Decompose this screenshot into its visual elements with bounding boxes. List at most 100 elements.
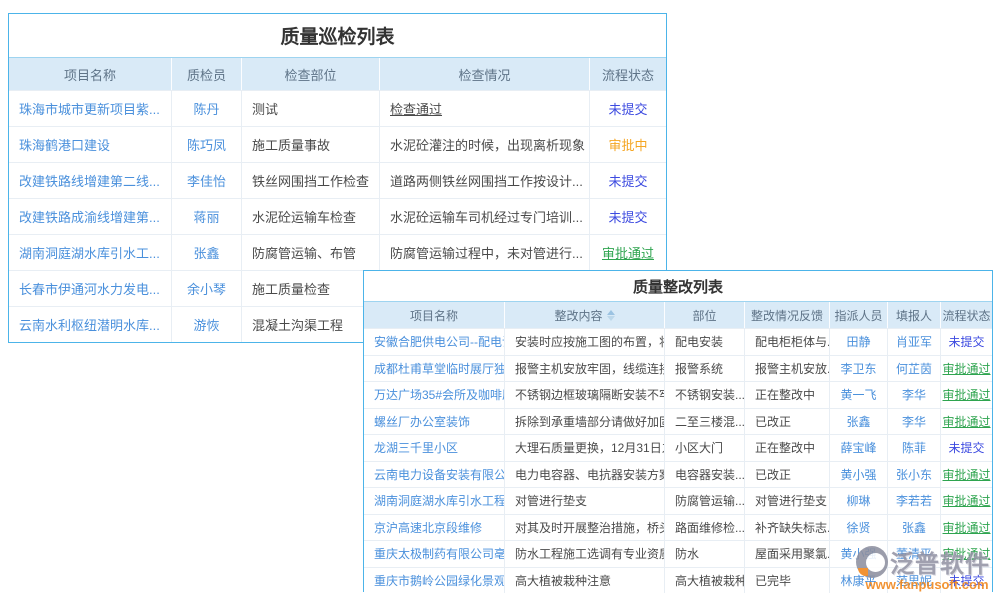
inspector-cell[interactable]: 张鑫 — [171, 235, 241, 270]
process-status-cell[interactable]: 审批通过 — [589, 235, 666, 270]
table-row[interactable]: 改建铁路线增建第二线...李佳怡铁丝网围挡工作检查道路两侧铁丝网围挡工作按设计.… — [9, 162, 666, 198]
project-name-cell[interactable]: 改建铁路线增建第二线... — [9, 163, 171, 198]
table-row[interactable]: 京沪高速北京段维修对其及时开展整治措施，桥头...路面维修检...补齐缺失标志.… — [364, 514, 992, 541]
process-status-cell: 审批中 — [589, 127, 666, 162]
project-name-cell[interactable]: 湖南洞庭湖水库引水工... — [9, 235, 171, 270]
table-row[interactable]: 湖南洞庭湖水库引水工...张鑫防腐管运输、布管防腐管运输过程中，未对管进行...… — [9, 234, 666, 270]
assignee-cell[interactable]: 黄小强 — [829, 462, 887, 488]
process-status-cell[interactable]: 审批通过 — [940, 462, 992, 488]
column-header-process-status: 流程状态 — [589, 58, 666, 90]
part-cell: 二至三楼混... — [664, 409, 744, 435]
project-name-cell[interactable]: 螺丝厂办公室装饰 — [364, 409, 504, 435]
reporter-cell[interactable]: 李若若 — [887, 488, 940, 514]
project-name-cell[interactable]: 长春市伊通河水力发电... — [9, 271, 171, 306]
project-name-cell[interactable]: 万达广场35#会所及咖啡厅空... — [364, 382, 504, 408]
column-header-rectify-content[interactable]: 整改内容 — [504, 302, 664, 328]
reporter-cell[interactable]: 李华 — [887, 382, 940, 408]
project-name-cell[interactable]: 重庆太极制药有限公司亳州中... — [364, 541, 504, 567]
reporter-cell[interactable]: 何芷茵 — [887, 356, 940, 382]
table-row[interactable]: 龙湖三千里小区大理石质量更换，12月31日之...小区大门正在整改中薛宝峰陈菲未… — [364, 434, 992, 461]
column-header-label: 项目名称 — [64, 65, 116, 84]
assignee-cell[interactable]: 黄一飞 — [829, 382, 887, 408]
reporter-cell[interactable]: 肖亚军 — [887, 329, 940, 355]
reporter-cell[interactable]: 陈菲 — [887, 435, 940, 461]
column-header-process-status: 流程状态 — [940, 302, 992, 328]
project-name-cell[interactable]: 改建铁路成渝线增建第... — [9, 199, 171, 234]
process-status-cell[interactable]: 审批通过 — [940, 488, 992, 514]
column-header-assignee: 指派人员 — [829, 302, 887, 328]
part-cell: 防水 — [664, 541, 744, 567]
reporter-cell[interactable]: 张鑫 — [887, 515, 940, 541]
inspector-cell[interactable]: 陈丹 — [171, 91, 241, 126]
inspection-result-cell: 道路两侧铁丝网围挡工作按设计... — [379, 163, 589, 198]
column-header-label: 流程状态 — [942, 307, 990, 324]
column-header-label: 流程状态 — [602, 65, 654, 84]
assignee-cell[interactable]: 徐贤 — [829, 515, 887, 541]
column-header-label: 指派人员 — [834, 307, 882, 324]
table-row[interactable]: 成都杜甫草堂临时展厅独立展...报警主机安放牢固，线缆连接...报警系统报警主机… — [364, 355, 992, 382]
inspection-result-cell[interactable]: 检查通过 — [379, 91, 589, 126]
inspector-cell[interactable]: 蒋丽 — [171, 199, 241, 234]
process-status-cell[interactable]: 审批通过 — [940, 382, 992, 408]
rectify-content-cell: 安装时应按施工图的布置，将... — [504, 329, 664, 355]
rectify-feedback-cell: 补齐缺失标志... — [744, 515, 829, 541]
rectify-feedback-cell: 对管进行垫支 — [744, 488, 829, 514]
assignee-cell[interactable]: 柳琳 — [829, 488, 887, 514]
inspection-result-cell: 水泥砼运输车司机经过专门培训... — [379, 199, 589, 234]
process-status-cell: 未提交 — [940, 329, 992, 355]
project-name-cell[interactable]: 云南水利枢纽潜明水库... — [9, 307, 171, 342]
rectify-content-cell: 大理石质量更换，12月31日之... — [504, 435, 664, 461]
project-name-cell[interactable]: 珠海鹤港口建设 — [9, 127, 171, 162]
reporter-cell[interactable]: 张小东 — [887, 462, 940, 488]
process-status-cell[interactable]: 审批通过 — [940, 515, 992, 541]
column-header-label: 检查情况 — [458, 65, 510, 84]
sort-icon[interactable] — [607, 310, 615, 321]
rectify-content-cell: 拆除到承重墙部分请做好加固... — [504, 409, 664, 435]
assignee-cell[interactable]: 张鑫 — [829, 409, 887, 435]
reporter-cell[interactable]: 李华 — [887, 409, 940, 435]
part-cell: 电容器安装... — [664, 462, 744, 488]
table-row[interactable]: 云南电力设备安装有限公司20...电力电容器、电抗器安装方案...电容器安装..… — [364, 461, 992, 488]
table-row[interactable]: 珠海市城市更新项目紫...陈丹测试检查通过未提交 — [9, 90, 666, 126]
project-name-cell[interactable]: 湖南洞庭湖水库引水工程施工标 — [364, 488, 504, 514]
table-row[interactable]: 螺丝厂办公室装饰拆除到承重墙部分请做好加固...二至三楼混...已改正张鑫李华审… — [364, 408, 992, 435]
inspector-cell[interactable]: 陈巧凤 — [171, 127, 241, 162]
inspection-part-cell: 铁丝网围挡工作检查 — [241, 163, 379, 198]
column-header-project-name: 项目名称 — [9, 58, 171, 90]
part-cell: 防腐管运输... — [664, 488, 744, 514]
column-header-inspection-result: 检查情况 — [379, 58, 589, 90]
process-status-cell[interactable]: 审批通过 — [940, 356, 992, 382]
table-row[interactable]: 湖南洞庭湖水库引水工程施工标对管进行垫支防腐管运输...对管进行垫支柳琳李若若审… — [364, 487, 992, 514]
project-name-cell[interactable]: 重庆市鹅岭公园绿化景观提升... — [364, 568, 504, 594]
column-header-project-name: 项目名称 — [364, 302, 504, 328]
rectify-feedback-cell: 报警主机安放... — [744, 356, 829, 382]
rectify-content-cell: 对管进行垫支 — [504, 488, 664, 514]
inspector-cell[interactable]: 李佳怡 — [171, 163, 241, 198]
rectify-feedback-cell: 正在整改中 — [744, 435, 829, 461]
project-name-cell[interactable]: 龙湖三千里小区 — [364, 435, 504, 461]
inspector-cell[interactable]: 余小琴 — [171, 271, 241, 306]
table-row[interactable]: 万达广场35#会所及咖啡厅空...不锈钢边框玻璃隔断安装不牢...不锈钢安装..… — [364, 381, 992, 408]
table-row[interactable]: 珠海鹤港口建设陈巧凤施工质量事故水泥砼灌注的时候，出现离析现象审批中 — [9, 126, 666, 162]
inspection-part-cell: 施工质量事故 — [241, 127, 379, 162]
column-header-rectify-feedback: 整改情况反馈 — [744, 302, 829, 328]
inspector-cell[interactable]: 游恢 — [171, 307, 241, 342]
inspection-part-cell: 施工质量检查 — [241, 271, 379, 306]
column-header-label: 整改情况反馈 — [751, 307, 823, 324]
project-name-cell[interactable]: 安徽合肥供电公司--配电设备... — [364, 329, 504, 355]
assignee-cell[interactable]: 田静 — [829, 329, 887, 355]
table-row[interactable]: 改建铁路成渝线增建第...蒋丽水泥砼运输车检查水泥砼运输车司机经过专门培训...… — [9, 198, 666, 234]
project-name-cell[interactable]: 云南电力设备安装有限公司20... — [364, 462, 504, 488]
process-status-cell[interactable]: 审批通过 — [940, 409, 992, 435]
project-name-cell[interactable]: 珠海市城市更新项目紫... — [9, 91, 171, 126]
part-cell: 不锈钢安装... — [664, 382, 744, 408]
inspection-part-cell: 防腐管运输、布管 — [241, 235, 379, 270]
column-header-label: 质检员 — [187, 65, 226, 84]
rectify-content-cell: 高大植被栽种注意 — [504, 568, 664, 594]
project-name-cell[interactable]: 成都杜甫草堂临时展厅独立展... — [364, 356, 504, 382]
project-name-cell[interactable]: 京沪高速北京段维修 — [364, 515, 504, 541]
table-row[interactable]: 安徽合肥供电公司--配电设备...安装时应按施工图的布置，将...配电安装配电柜… — [364, 328, 992, 355]
assignee-cell[interactable]: 薛宝峰 — [829, 435, 887, 461]
column-header-label: 整改内容 — [554, 307, 602, 324]
assignee-cell[interactable]: 李卫东 — [829, 356, 887, 382]
